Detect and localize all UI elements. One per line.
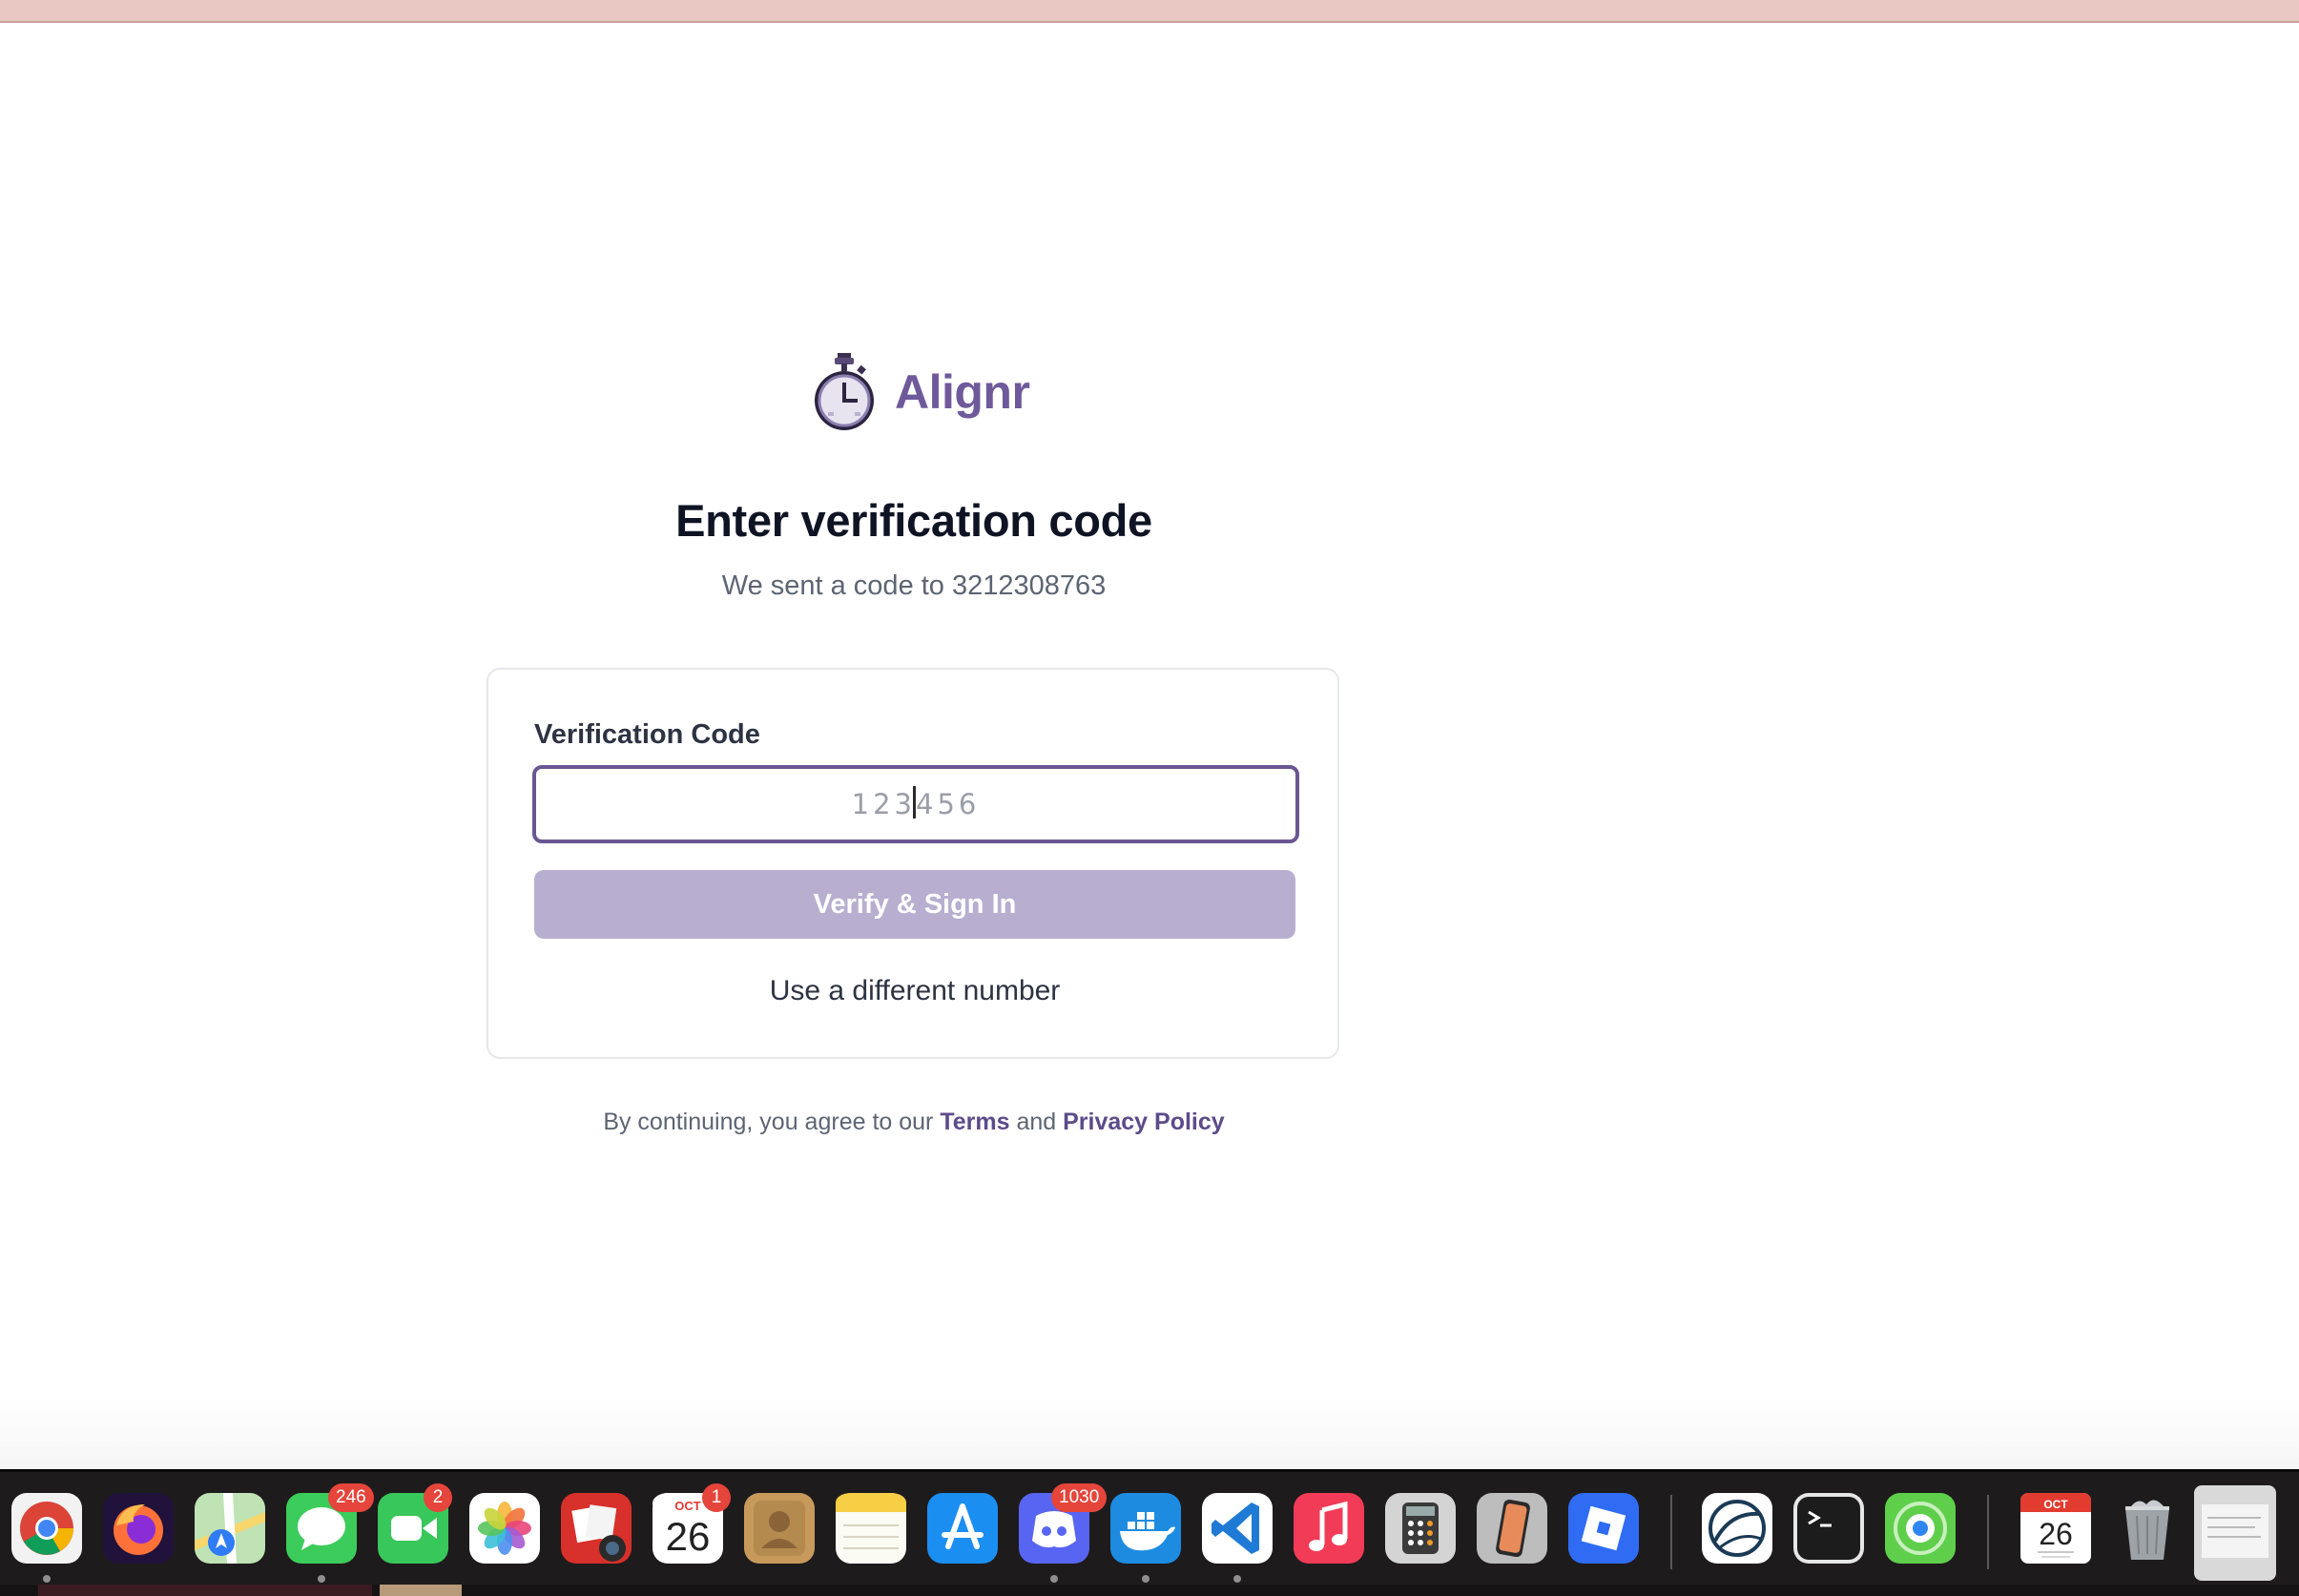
calendar-widget-icon[interactable]: OCT 26 (2020, 1493, 2091, 1564)
privacy-policy-link[interactable]: Privacy Policy (1063, 1109, 1225, 1135)
page-title: Enter verification code (675, 495, 1152, 546)
calendar-widget-day: 26 (2039, 1517, 2073, 1551)
app-store-icon[interactable] (927, 1493, 998, 1564)
iphone-mirroring-icon[interactable] (1477, 1493, 1547, 1564)
desktop-strip (0, 1585, 2299, 1596)
chrome-icon[interactable] (11, 1493, 82, 1564)
vscode-icon[interactable] (1202, 1493, 1273, 1564)
facetime-badge: 2 (424, 1483, 452, 1512)
photo-booth-icon[interactable] (561, 1493, 632, 1564)
discord-badge: 1030 (1051, 1483, 1108, 1512)
discord-icon[interactable]: 1030 (1019, 1483, 1108, 1564)
page-subtitle: We sent a code to 3212308763 (721, 570, 1107, 601)
docker-icon[interactable] (1110, 1493, 1181, 1564)
calendar-day: 26 (666, 1514, 711, 1559)
notes-icon[interactable] (836, 1493, 906, 1564)
network-radar-icon[interactable] (1702, 1493, 1772, 1564)
contacts-icon[interactable] (744, 1493, 815, 1564)
running-indicator (43, 1575, 51, 1583)
macos-dock: 246 2 OCT 26 1 1030 OCT 26 (0, 1469, 2299, 1596)
calendar-widget-month: OCT (2043, 1498, 2068, 1511)
facetime-icon[interactable]: 2 (378, 1483, 452, 1564)
verification-card: Verification Code Verify & Sign In Use a… (487, 668, 1339, 1059)
window-thumbnail[interactable] (2194, 1485, 2276, 1581)
brand-header: Alignr (811, 351, 1030, 433)
find-my-icon[interactable] (1885, 1493, 1956, 1564)
desktop-thumbnail (38, 1585, 372, 1596)
calculator-icon[interactable] (1385, 1493, 1456, 1564)
browser-top-bar (0, 0, 2299, 23)
running-indicator (1142, 1575, 1150, 1583)
messages-icon[interactable]: 246 (286, 1483, 374, 1564)
calendar-month: OCT (674, 1499, 701, 1513)
maps-icon[interactable] (195, 1493, 265, 1564)
verification-code-input[interactable] (532, 765, 1299, 843)
dock-separator (1670, 1495, 1672, 1569)
photos-icon[interactable] (469, 1493, 540, 1564)
messages-badge: 246 (328, 1483, 374, 1512)
running-indicator (318, 1575, 325, 1583)
roblox-icon[interactable] (1568, 1493, 1639, 1564)
legal-notice: By continuing, you agree to our Terms an… (0, 1109, 1828, 1136)
terminal-icon[interactable] (1793, 1493, 1864, 1564)
brand-name: Alignr (895, 365, 1030, 419)
calendar-badge: 1 (702, 1483, 731, 1512)
running-indicator (1233, 1575, 1241, 1583)
running-indicator (1050, 1575, 1058, 1583)
terms-link[interactable]: Terms (940, 1109, 1009, 1135)
verify-sign-in-button[interactable]: Verify & Sign In (534, 870, 1295, 939)
music-icon[interactable] (1294, 1493, 1364, 1564)
legal-joiner: and (1009, 1109, 1064, 1135)
trash-icon[interactable] (2112, 1493, 2183, 1564)
text-caret (913, 786, 916, 819)
calendar-icon[interactable]: OCT 26 1 (652, 1483, 731, 1564)
stopwatch-icon (815, 353, 874, 430)
dock-separator (1987, 1495, 1989, 1569)
verification-code-label: Verification Code (534, 719, 760, 750)
use-different-number-link[interactable]: Use a different number (488, 975, 1341, 1007)
firefox-icon[interactable] (103, 1493, 174, 1564)
legal-prefix: By continuing, you agree to our (603, 1109, 941, 1135)
desktop-thumbnail (380, 1585, 462, 1596)
